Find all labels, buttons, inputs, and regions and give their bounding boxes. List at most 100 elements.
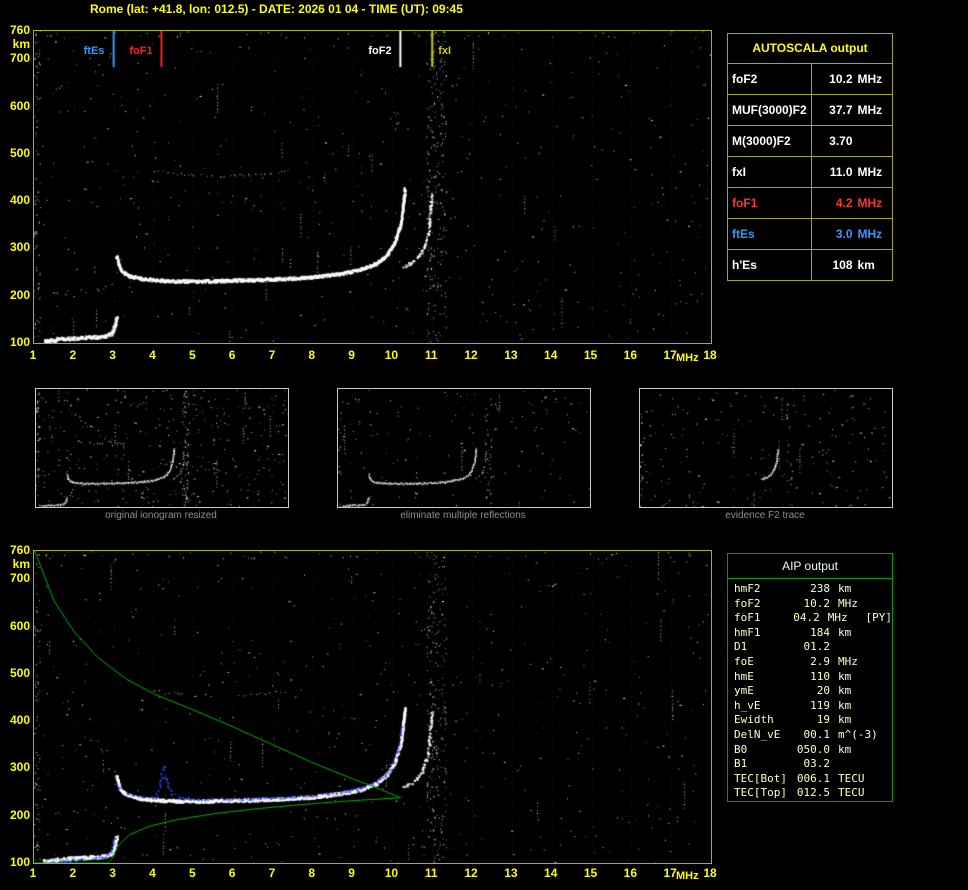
top-plot-x-tick-label: 13 xyxy=(504,348,518,362)
bottom-plot-y-tick-label: 400 xyxy=(9,713,30,728)
aip-param-label: hmF1 xyxy=(734,625,761,639)
aip-output-title: AIP output xyxy=(728,554,892,579)
aip-param-label: Ewidth xyxy=(734,713,774,727)
aip-param-unit: km xyxy=(838,625,852,639)
autoscala-param-value: 37.7 MHz xyxy=(812,95,892,125)
bottom-plot-x-tick-label: 8 xyxy=(308,866,316,880)
top-plot-x-tick-label: 7 xyxy=(268,348,276,362)
top-plot-x-tick-label: 15 xyxy=(583,348,598,362)
autoscala-value-number: 3.0 xyxy=(835,227,853,241)
aip-param-value: 04.2 xyxy=(793,611,820,625)
aip-row-foe: foE 2.9 MHz xyxy=(734,655,892,670)
aip-param-label: foE xyxy=(734,654,754,668)
top-plot-x-tick-label: 3 xyxy=(109,348,116,362)
top-plot-x-tick-label: 9 xyxy=(348,348,355,362)
aip-row-hmf1: hmF1 184 km xyxy=(734,626,892,641)
autoscala-param-value: 108 km xyxy=(812,250,892,280)
autoscala-value-unit: MHz xyxy=(857,196,883,210)
bottom-plot-x-tick-label: 18 xyxy=(703,866,717,880)
aip-row-ewidth: Ewidth 19 km xyxy=(734,713,892,728)
top-plot-y-tick-label: 100 xyxy=(9,335,30,349)
thumbnail-f2-canvas xyxy=(640,389,892,507)
aip-param-unit xyxy=(838,757,878,772)
aip-param-note: [PY] xyxy=(865,611,893,625)
bottom-plot-y-tick-label: 500 xyxy=(9,665,30,680)
top-plot-x-tick-label: 14 xyxy=(544,348,558,362)
aip-param-unit: km xyxy=(838,582,852,595)
aip-row-b1: B1 03.2 xyxy=(734,757,892,772)
autoscala-row-fof2: foF2 10.2 MHz xyxy=(728,63,892,94)
autoscala-screen: Rome (lat: +41.8, lon: 012.5) - DATE: 20… xyxy=(0,0,968,890)
aip-param-value: 10.2 xyxy=(803,596,831,610)
bottom-plot-x-tick-label: 2 xyxy=(69,866,77,880)
autoscala-param-label: fxI xyxy=(728,157,812,187)
autoscala-row-fof1: foF1 4.2 MHz xyxy=(728,187,892,218)
aip-param-label: foF1 xyxy=(734,611,761,625)
top-plot-x-tick-label: 5 xyxy=(188,348,196,362)
aip-param-label: D1 xyxy=(734,640,748,654)
top-plot-y-tick-label: 760 xyxy=(9,23,30,37)
autoscala-output-table: AUTOSCALA output foF2 10.2 MHz MUF(3000)F2 3… xyxy=(727,33,893,281)
aip-param-unit: MHz xyxy=(838,596,858,610)
bottom-plot-x-tick-label: 7 xyxy=(268,866,276,880)
autoscala-output-rows: foF2 10.2 MHz MUF(3000)F2 37.7 MHz M(3000)F2 3.… xyxy=(728,63,892,280)
top-plot-x-tick-label: 11 xyxy=(424,348,438,362)
top-ionogram-canvas xyxy=(34,31,711,343)
aip-row-yme: ymE 20 km xyxy=(734,684,892,699)
aip-param-label: h_vE xyxy=(734,698,761,712)
top-plot-y-tick-label: 300 xyxy=(9,240,30,255)
aip-param-unit: m^(-3) xyxy=(838,727,878,741)
bottom-plot-x-tick-label: 12 xyxy=(464,866,478,880)
bottom-plot-x-tick-label: 13 xyxy=(504,866,518,880)
top-plot-y-tick-label: 400 xyxy=(9,193,30,208)
aip-param-value: 03.2 xyxy=(803,757,831,771)
bottom-plot-x-tick-label: 6 xyxy=(228,866,236,880)
top-plot-x-tick-label: 10 xyxy=(384,348,399,362)
thumbnail-cleaned-canvas xyxy=(338,389,590,507)
bottom-ionogram-canvas xyxy=(34,551,711,863)
autoscala-param-value: 4.2 MHz xyxy=(812,188,892,218)
aip-output-rows: hmF2 238 km foF2 10.2 MHz foF1 04.2 MHz [PY] hmF1 1… xyxy=(728,579,892,801)
top-plot-y-unit-label: km xyxy=(12,37,30,51)
aip-param-value: 119 xyxy=(810,698,830,712)
autoscala-row-ftes: ftEs 3.0 MHz xyxy=(728,218,892,249)
aip-row-d1: D1 01.2 xyxy=(734,640,892,655)
fof2-label: foF2 xyxy=(366,45,394,58)
bottom-plot-y-tick-label: 200 xyxy=(9,807,30,822)
aip-param-unit: MHz xyxy=(838,654,858,668)
aip-param-unit: MHz xyxy=(827,611,848,625)
autoscala-param-label: foF2 xyxy=(728,64,812,94)
aip-row-hme: hmE 110 km xyxy=(734,670,892,685)
aip-param-label: B1 xyxy=(734,757,748,771)
aip-param-unit: TECU xyxy=(838,786,865,800)
top-plot-x-tick-label: 2 xyxy=(69,348,77,362)
aip-row-deln-ve: DelN_vE 00.1 m^(-3) xyxy=(734,728,892,743)
bottom-plot-x-tick-label: 14 xyxy=(544,866,558,880)
aip-param-label: DelN_vE xyxy=(734,727,781,741)
autoscala-param-value: 3.70 xyxy=(812,126,892,156)
autoscala-value-unit: MHz xyxy=(857,72,883,86)
aip-param-value: 006.1 xyxy=(796,771,830,785)
aip-param-label: TEC[Bot] xyxy=(734,771,787,785)
aip-param-value: 19 xyxy=(816,713,830,727)
aip-param-value: 012.5 xyxy=(796,786,830,800)
autoscala-value-unit: MHz xyxy=(857,227,883,241)
aip-row-h-ve: h_vE 119 km xyxy=(734,699,892,714)
aip-param-unit: km xyxy=(838,684,852,698)
top-plot-y-tick-label: 600 xyxy=(9,98,30,113)
aip-param-label: TEC[Top] xyxy=(734,786,787,800)
bottom-plot-y-unit-label: km xyxy=(12,557,30,571)
top-plot-y-tick-label: 500 xyxy=(9,145,30,160)
aip-param-unit: km xyxy=(838,698,852,712)
bottom-plot-x-unit-label: MHz xyxy=(676,870,699,882)
autoscala-param-value: 10.2 MHz xyxy=(812,64,892,94)
fof1-label: foF1 xyxy=(127,45,155,58)
autoscala-param-label: MUF(3000)F2 xyxy=(728,95,812,125)
aip-param-label: hmE xyxy=(734,669,754,683)
top-plot-x-tick-label: 8 xyxy=(308,348,316,362)
autoscala-value-number: 10.2 xyxy=(829,72,853,86)
autoscala-param-label: h'Es xyxy=(728,250,812,280)
autoscala-param-label: M(3000)F2 xyxy=(728,126,812,156)
autoscala-value-number: 37.7 xyxy=(829,103,853,117)
bottom-plot-x-tick-label: 10 xyxy=(384,866,399,880)
